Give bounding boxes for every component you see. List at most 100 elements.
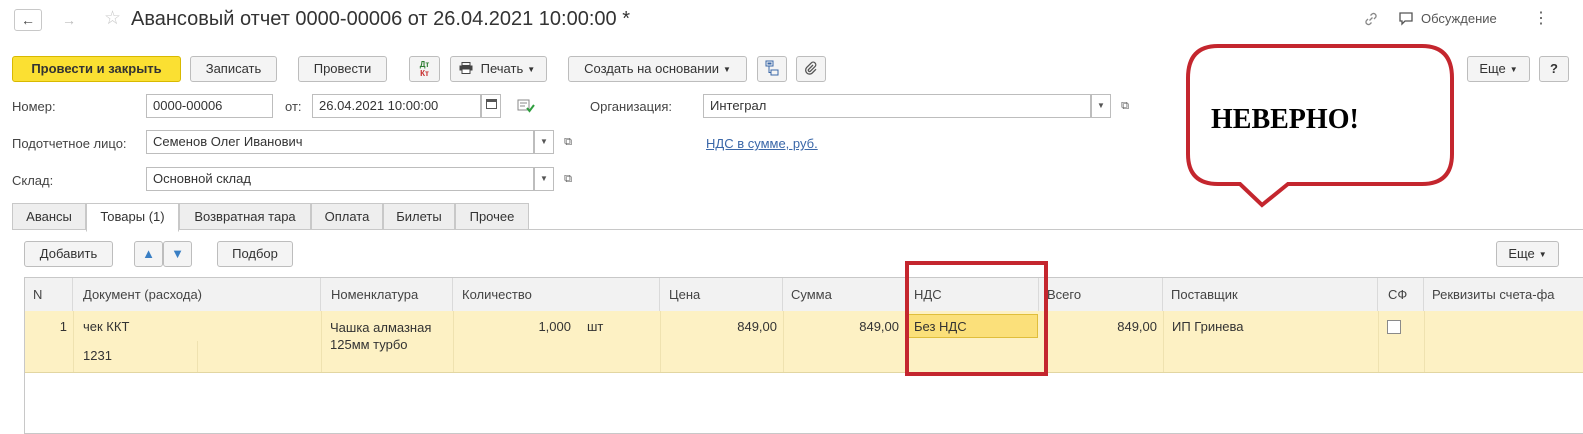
arrow-up-icon: ▲ xyxy=(142,246,155,261)
column-header-document[interactable]: Документ (расхода) xyxy=(73,278,321,311)
discussion-icon[interactable] xyxy=(1398,11,1414,26)
tab-advances[interactable]: Авансы xyxy=(12,203,86,230)
organization-field[interactable]: Интеграл xyxy=(703,94,1091,118)
number-field[interactable]: 0000-00006 xyxy=(146,94,273,118)
vat-error-highlight-box xyxy=(905,261,1048,376)
column-header-quantity[interactable]: Количество xyxy=(453,278,660,311)
dt-kt-button[interactable]: Дт Кт xyxy=(409,56,440,82)
row-divider xyxy=(197,341,198,372)
person-dropdown-button[interactable]: ▼ xyxy=(534,130,554,154)
create-based-on-label: Создать на основании xyxy=(584,61,719,76)
tab-other[interactable]: Прочее xyxy=(455,203,529,230)
table-more-button[interactable]: Еще ▼ xyxy=(1496,241,1559,267)
column-header-sum[interactable]: Сумма xyxy=(783,278,906,311)
row-divider xyxy=(783,311,784,372)
date-check-icon[interactable] xyxy=(517,99,535,113)
post-and-close-button[interactable]: Провести и закрыть xyxy=(12,56,181,82)
warehouse-open-button[interactable]: ⧉ xyxy=(558,167,578,191)
sum-cell[interactable]: 849,00 xyxy=(788,319,899,334)
dt-label: Дт xyxy=(419,60,430,69)
column-header-price[interactable]: Цена xyxy=(660,278,783,311)
post-button[interactable]: Провести xyxy=(298,56,387,82)
arrow-left-icon: ← xyxy=(21,12,35,28)
arrow-right-icon: → xyxy=(62,12,76,28)
column-header-invoice-flag[interactable]: СФ xyxy=(1378,278,1424,311)
structure-button[interactable] xyxy=(757,56,787,82)
column-header-nomenclature[interactable]: Номенклатура xyxy=(321,278,453,311)
organization-open-button[interactable]: ⧉ xyxy=(1115,94,1135,118)
document-structure-icon xyxy=(765,60,779,76)
row-divider xyxy=(1424,311,1425,372)
create-based-on-button[interactable]: Создать на основании ▼ xyxy=(568,56,747,82)
supplier-cell[interactable]: ИП Гринева xyxy=(1172,319,1244,334)
save-button[interactable]: Записать xyxy=(190,56,277,82)
print-button[interactable]: Печать ▼ xyxy=(450,56,547,82)
accountable-person-field[interactable]: Семенов Олег Иванович xyxy=(146,130,534,154)
warehouse-field[interactable]: Основной склад xyxy=(146,167,534,191)
tab-returnable-containers[interactable]: Возвратная тара xyxy=(179,203,311,230)
forward-button[interactable]: → xyxy=(55,9,83,31)
warehouse-dropdown-button[interactable]: ▼ xyxy=(534,167,554,191)
column-header-total[interactable]: Всего xyxy=(1039,278,1163,311)
unit-cell[interactable]: шт xyxy=(587,319,603,334)
tab-payment[interactable]: Оплата xyxy=(311,203,383,230)
row-divider xyxy=(1163,311,1164,372)
accountable-person-label: Подотчетное лицо: xyxy=(12,136,127,151)
number-label: Номер: xyxy=(12,99,56,114)
dropdown-arrow-icon: ▼ xyxy=(540,174,548,183)
table-row[interactable]: 1 чек ККТ 1231 Чашка алмазная 125мм турб… xyxy=(25,311,1583,373)
row-number: 1 xyxy=(59,319,67,334)
column-header-n[interactable]: N xyxy=(25,278,73,311)
warehouse-label: Склад: xyxy=(12,173,54,188)
help-button[interactable]: ? xyxy=(1539,56,1569,82)
kt-label: Кт xyxy=(420,69,429,78)
tab-goods[interactable]: Товары (1) xyxy=(86,203,179,232)
menu-kebab-icon[interactable]: ⋮ xyxy=(1533,8,1549,28)
add-row-button[interactable]: Добавить xyxy=(24,241,113,267)
total-cell[interactable]: 849,00 xyxy=(1045,319,1157,334)
open-window-icon: ⧉ xyxy=(1121,100,1129,112)
move-down-button[interactable]: ▼ xyxy=(163,241,192,267)
row-divider xyxy=(321,311,322,372)
invoice-checkbox[interactable] xyxy=(1387,320,1401,334)
dropdown-arrow-icon: ▼ xyxy=(527,64,536,74)
organization-label: Организация: xyxy=(590,99,673,114)
date-field[interactable]: 26.04.2021 10:00:00 xyxy=(312,94,481,118)
more-button[interactable]: Еще ▼ xyxy=(1467,56,1530,82)
column-header-invoice-details[interactable]: Реквизиты счета-фа xyxy=(1424,278,1583,311)
more-label: Еще xyxy=(1479,61,1506,76)
organization-dropdown-button[interactable]: ▼ xyxy=(1091,94,1111,118)
document-number-cell[interactable]: 1231 xyxy=(83,348,112,363)
move-up-button[interactable]: ▲ xyxy=(134,241,163,267)
paperclip-icon xyxy=(805,61,817,75)
goods-table[interactable]: N Документ (расхода) Номенклатура Количе… xyxy=(24,277,1583,434)
dropdown-arrow-icon: ▼ xyxy=(1509,64,1518,74)
nomenclature-line2: 125мм турбо xyxy=(330,337,408,352)
person-open-button[interactable]: ⧉ xyxy=(558,130,578,154)
date-from-label: от: xyxy=(285,99,302,114)
dropdown-arrow-icon: ▼ xyxy=(722,64,731,74)
link-icon[interactable] xyxy=(1363,11,1379,27)
back-button[interactable]: ← xyxy=(14,9,42,31)
pick-button[interactable]: Подбор xyxy=(217,241,293,267)
tab-tickets[interactable]: Билеты xyxy=(383,203,455,230)
dropdown-arrow-icon: ▼ xyxy=(1097,101,1105,110)
table-header: N Документ (расхода) Номенклатура Количе… xyxy=(25,278,1583,312)
arrow-down-icon: ▼ xyxy=(171,246,184,261)
print-label: Печать xyxy=(480,61,524,76)
document-cell[interactable]: чек ККТ xyxy=(83,319,129,334)
discussion-link[interactable]: Обсуждение xyxy=(1421,11,1497,26)
vat-in-amount-link[interactable]: НДС в сумме, руб. xyxy=(706,136,818,151)
calendar-icon xyxy=(485,99,497,109)
quantity-cell[interactable]: 1,000 xyxy=(495,319,571,334)
price-cell[interactable]: 849,00 xyxy=(665,319,777,334)
error-callout-text: НЕВЕРНО! xyxy=(1211,104,1359,135)
favorite-star-icon[interactable]: ☆ xyxy=(104,7,121,30)
row-divider xyxy=(1378,311,1379,372)
attach-button[interactable] xyxy=(796,56,826,82)
calendar-button[interactable] xyxy=(481,94,501,118)
page-title: Авансовый отчет 0000-00006 от 26.04.2021… xyxy=(131,8,630,30)
column-header-supplier[interactable]: Поставщик xyxy=(1163,278,1378,311)
table-more-label: Еще xyxy=(1508,246,1535,261)
nomenclature-line1[interactable]: Чашка алмазная xyxy=(330,320,431,335)
